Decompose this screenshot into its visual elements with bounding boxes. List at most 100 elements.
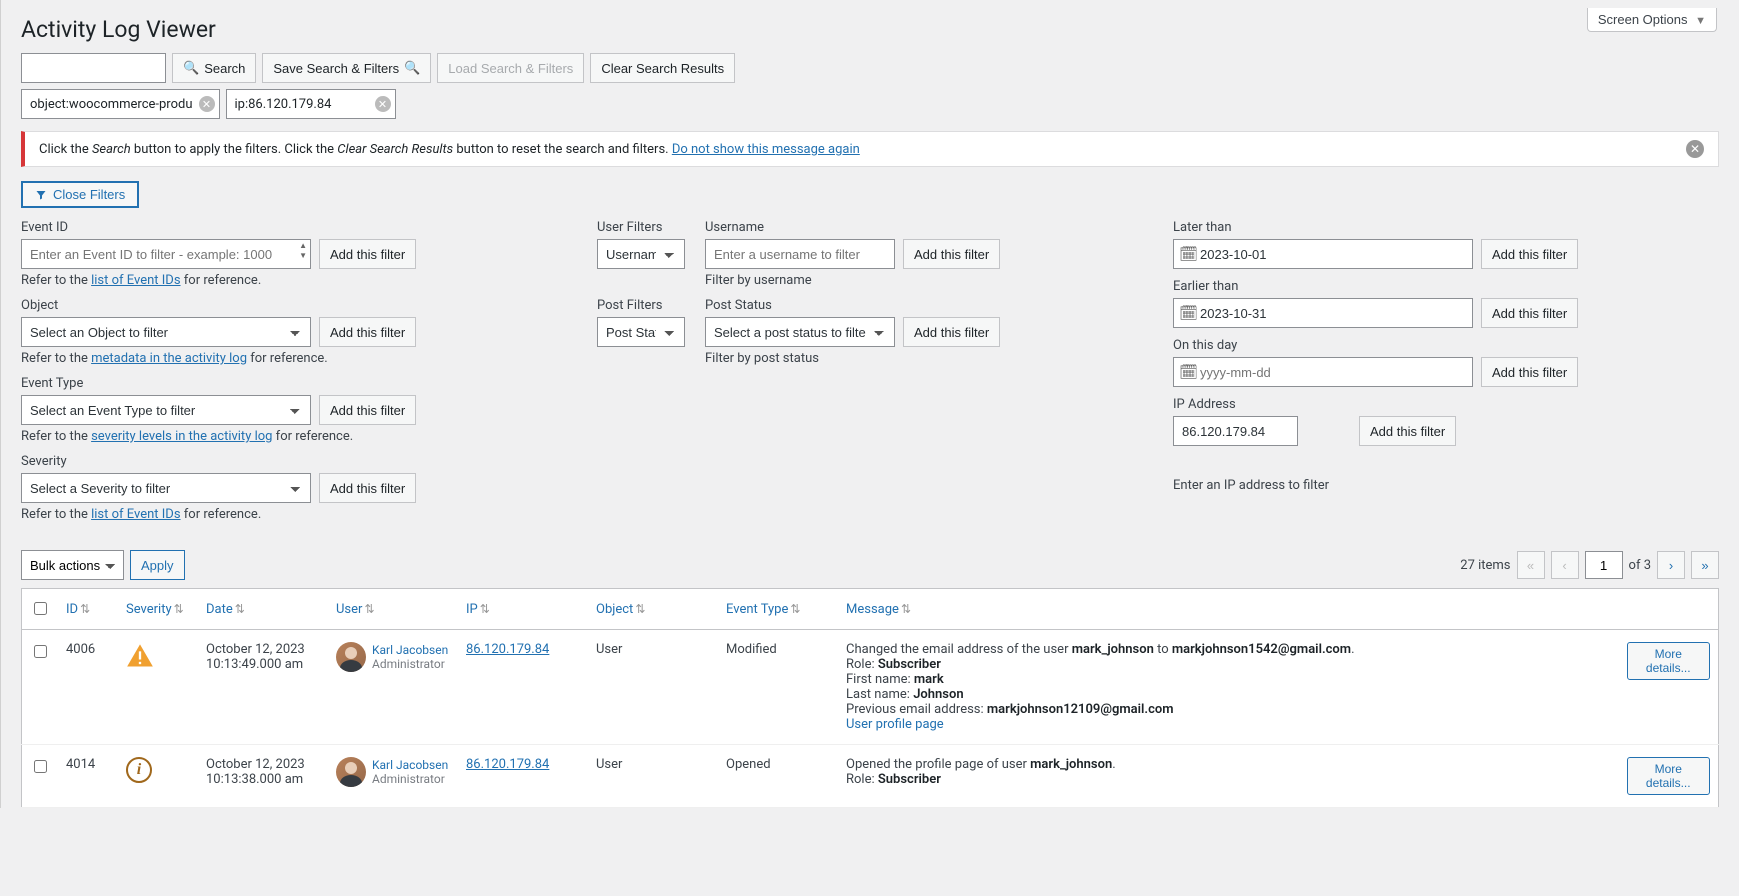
event-id-input[interactable] [21, 239, 311, 269]
search-input[interactable] [21, 53, 166, 83]
col-header-ip[interactable]: IP⇅ [458, 589, 588, 630]
notice-em: Search [92, 142, 131, 157]
helper-text: for reference. [181, 507, 262, 522]
add-filter-severity[interactable]: Add this filter [319, 473, 416, 503]
add-filter-username[interactable]: Add this filter [903, 239, 1000, 269]
cell-user: Karl Jacobsen Administrator [328, 745, 458, 808]
ip-link[interactable]: 86.120.179.84 [466, 757, 549, 772]
col-header-severity[interactable]: Severity⇅ [118, 589, 198, 630]
add-filter-later[interactable]: Add this filter [1481, 239, 1578, 269]
cell-message: Opened the profile page of user mark_joh… [838, 745, 1619, 808]
row-checkbox[interactable] [34, 645, 47, 658]
event-id-label: Event ID [21, 220, 567, 235]
event-type-select[interactable]: Select an Event Type to filter [21, 395, 311, 425]
number-spinner-icon[interactable]: ▲▼ [299, 241, 307, 261]
ip-address-input[interactable] [1173, 416, 1298, 446]
search-toolbar: 🔍 Search Save Search & Filters 🔍 Load Se… [21, 53, 1719, 83]
helper-text: for reference. [272, 429, 353, 444]
col-header-id[interactable]: ID⇅ [58, 589, 118, 630]
filters-col-1: Event ID ▲▼ Add this filter Refer to the… [21, 220, 567, 532]
col-header-date[interactable]: Date⇅ [198, 589, 328, 630]
filter-chip-object[interactable]: object:woocommerce-produ ✕ [21, 89, 220, 119]
user-filter-type-select[interactable]: Username [597, 239, 685, 269]
post-filters-label: Post Filters [597, 298, 697, 313]
filter-chip-ip[interactable]: ip:86.120.179.84 ✕ [226, 89, 396, 119]
load-search-button[interactable]: Load Search & Filters [437, 53, 584, 83]
earlier-than-input[interactable] [1173, 298, 1473, 328]
username-label: Username [705, 220, 1143, 235]
current-page-input[interactable] [1585, 551, 1623, 579]
apply-button[interactable]: Apply [130, 550, 185, 580]
object-select[interactable]: Select an Object to filter [21, 317, 311, 347]
col-header-message[interactable]: Message⇅ [838, 589, 1619, 630]
cell-severity [118, 630, 198, 745]
more-details-button[interactable]: More details... [1627, 757, 1711, 795]
severity-levels-link[interactable]: severity levels in the activity log [91, 429, 272, 444]
prev-page-button[interactable]: ‹ [1551, 551, 1579, 579]
username-helper: Filter by username [705, 273, 1143, 288]
calendar-icon: 🗓 [1179, 304, 1198, 322]
add-filter-event-id[interactable]: Add this filter [319, 239, 416, 269]
table-row: 4014 i October 12, 2023 10:13:38.000 am … [22, 745, 1719, 808]
add-filter-object[interactable]: Add this filter [319, 317, 416, 347]
add-filter-ip[interactable]: Add this filter [1359, 416, 1456, 446]
username-input[interactable] [705, 239, 895, 269]
post-filter-type-select[interactable]: Post Status [597, 317, 685, 347]
search-button-label: Search [204, 61, 245, 76]
sort-icon: ⇅ [80, 602, 90, 616]
sort-icon: ⇅ [174, 602, 184, 616]
later-than-input[interactable] [1173, 239, 1473, 269]
row-checkbox[interactable] [34, 760, 47, 773]
user-link[interactable]: Karl Jacobsen [372, 758, 448, 772]
add-filter-onday[interactable]: Add this filter [1481, 357, 1578, 387]
ip-link[interactable]: 86.120.179.84 [466, 642, 549, 657]
screen-options-button[interactable]: Screen Options ▼ [1587, 8, 1717, 32]
search-icon: 🔍 [183, 60, 199, 76]
clear-search-button[interactable]: Clear Search Results [590, 53, 735, 83]
cell-ip: 86.120.179.84 [458, 745, 588, 808]
col-header-object[interactable]: Object⇅ [588, 589, 718, 630]
add-filter-post-status[interactable]: Add this filter [903, 317, 1000, 347]
on-this-day-input[interactable] [1173, 357, 1473, 387]
cell-actions: More details... [1619, 630, 1719, 745]
sort-icon: ⇅ [901, 602, 911, 616]
close-filters-button[interactable]: Close Filters [21, 181, 139, 208]
notice-dismiss-link[interactable]: Do not show this message again [672, 142, 860, 157]
user-link[interactable]: Karl Jacobsen [372, 643, 448, 657]
close-icon[interactable]: ✕ [375, 96, 391, 112]
helper-text: Refer to the [21, 507, 91, 522]
add-filter-earlier[interactable]: Add this filter [1481, 298, 1578, 328]
next-page-button[interactable]: › [1657, 551, 1685, 579]
clear-search-label: Clear Search Results [601, 61, 724, 76]
cell-date: October 12, 2023 10:13:49.000 am [198, 630, 328, 745]
severity-select[interactable]: Select a Severity to filter [21, 473, 311, 503]
user-role: Administrator [372, 772, 448, 786]
later-than-label: Later than [1173, 220, 1719, 235]
event-ids-link-2[interactable]: list of Event IDs [91, 507, 180, 522]
col-header-user[interactable]: User⇅ [328, 589, 458, 630]
helper-text: for reference. [181, 273, 262, 288]
filters-col-2: User Filters Username Username Add this … [597, 220, 1143, 532]
add-filter-event-type[interactable]: Add this filter [319, 395, 416, 425]
bulk-actions-select[interactable]: Bulk actions [21, 550, 124, 580]
more-details-button[interactable]: More details... [1627, 642, 1711, 680]
event-type-label: Event Type [21, 376, 567, 391]
event-ids-link[interactable]: list of Event IDs [91, 273, 180, 288]
close-filters-label: Close Filters [53, 187, 125, 202]
close-icon[interactable]: ✕ [199, 96, 215, 112]
calendar-icon: 🗓 [1179, 245, 1198, 263]
first-page-button[interactable]: « [1517, 551, 1545, 579]
dismiss-icon[interactable]: ✕ [1686, 140, 1704, 158]
screen-options-label: Screen Options [1598, 12, 1688, 27]
select-all-checkbox[interactable] [34, 602, 47, 615]
post-status-select[interactable]: Select a post status to filter [705, 317, 895, 347]
search-button[interactable]: 🔍 Search [172, 53, 256, 83]
save-search-button[interactable]: Save Search & Filters 🔍 [262, 53, 431, 83]
search-plus-icon: 🔍 [404, 60, 420, 76]
col-header-event-type[interactable]: Event Type⇅ [718, 589, 838, 630]
user-profile-page-link[interactable]: User profile page [846, 717, 944, 732]
pagination: 27 items « ‹ of 3 › » [1460, 551, 1719, 579]
last-page-button[interactable]: » [1691, 551, 1719, 579]
metadata-link[interactable]: metadata in the activity log [91, 351, 247, 366]
cell-actions: More details... [1619, 745, 1719, 808]
